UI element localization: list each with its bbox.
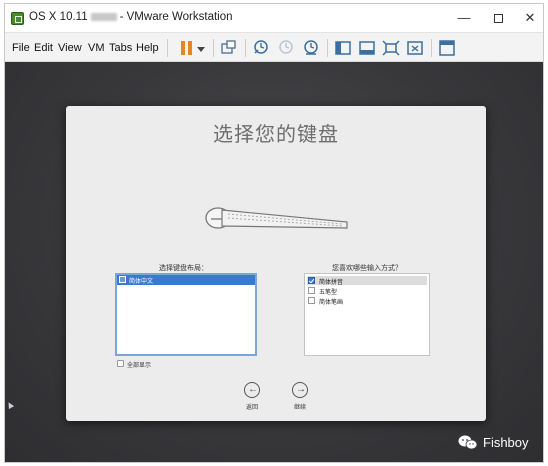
show-all-label: 全部显示 [127,362,152,369]
vm-display[interactable]: 选择您的键盘 选择键盘布局： 您喜欢哪些输入方式？ 简体中文 简体拼音 五笔型 … [5,62,543,462]
pause-icon[interactable] [177,38,197,58]
window-title: OS X 10.11 - VMware Workstation [29,11,233,23]
toolbar-separator [213,39,214,57]
input-method-item[interactable]: 简体笔画 [307,296,427,306]
dropdown-icon[interactable] [195,38,207,58]
unity-icon[interactable] [381,38,401,58]
continue-button[interactable]: → [292,382,308,398]
input-method-label: 简体拼音 [319,279,344,286]
input-method-item[interactable]: 简体拼音 [307,276,427,286]
menu-vm[interactable]: VM [88,42,105,54]
console-view-icon[interactable] [333,38,353,58]
keyboard-layout-list[interactable]: 简体中文 [115,273,257,356]
menu-view[interactable]: View [58,42,82,54]
toolbar-separator [245,39,246,57]
checkbox[interactable] [308,297,315,304]
close-icon: ✕ [524,10,536,25]
input-method-label: 五笔型 [319,289,338,296]
mouse-cursor-icon [5,400,15,410]
checkbox[interactable] [308,277,315,284]
send-keys-icon[interactable] [219,38,239,58]
maximize-icon [493,14,503,24]
checkbox[interactable] [117,360,124,367]
input-method-item[interactable]: 五笔型 [307,286,427,296]
continue-label: 继续 [294,404,307,411]
wechat-icon [458,435,478,450]
toolbar-separator [327,39,328,57]
list-item[interactable]: 简体中文 [117,275,255,285]
redacted-version [90,12,117,21]
arrow-right-icon: → [296,384,306,395]
close-button[interactable]: ✕ [515,8,545,28]
snapshot-icon[interactable] [251,38,271,58]
minimize-button[interactable]: — [449,8,479,28]
watermark-text: Fishboy [483,435,529,450]
keyboard-icon [205,207,348,229]
library-icon[interactable] [437,38,457,58]
arrow-left-icon: ← [248,384,258,395]
layout-label: 选择键盘布局： [159,264,208,272]
snapshot-manager-icon[interactable] [301,38,321,58]
window-title-prefix: OS X 10.11 [29,11,88,23]
input-method-list[interactable]: 简体拼音 五笔型 简体笔画 [304,273,430,356]
menu-help[interactable]: Help [136,42,159,54]
toolbar-separator [167,39,168,57]
input-method-label: 您喜欢哪些输入方式？ [332,264,402,272]
window-title-suffix: - VMware Workstation [119,11,233,23]
page-title: 选择您的键盘 [213,122,339,146]
menu-toolbar: File Edit View VM Tabs Help [5,32,543,62]
input-method-label: 简体笔画 [319,299,344,306]
setup-assistant-window: 选择您的键盘 选择键盘布局： 您喜欢哪些输入方式？ 简体中文 简体拼音 五笔型 … [66,106,486,421]
menu-file[interactable]: File [12,42,30,54]
title-bar[interactable]: OS X 10.11 - VMware Workstation — ✕ [5,4,543,32]
back-label: 返回 [246,404,259,411]
stretch-icon[interactable] [405,38,425,58]
menu-tabs[interactable]: Tabs [109,42,132,54]
back-button[interactable]: ← [244,382,260,398]
maximize-button[interactable] [483,8,513,28]
revert-snapshot-icon[interactable] [276,38,296,58]
minimize-icon: — [457,10,471,25]
vmware-app-icon [11,12,24,25]
fullscreen-icon[interactable] [357,38,377,58]
list-item-label: 简体中文 [129,278,154,285]
menu-edit[interactable]: Edit [34,42,53,54]
flag-icon [119,276,126,283]
checkbox[interactable] [308,287,315,294]
toolbar-separator [431,39,432,57]
vmware-window: OS X 10.11 - VMware Workstation — ✕ File … [4,3,544,463]
